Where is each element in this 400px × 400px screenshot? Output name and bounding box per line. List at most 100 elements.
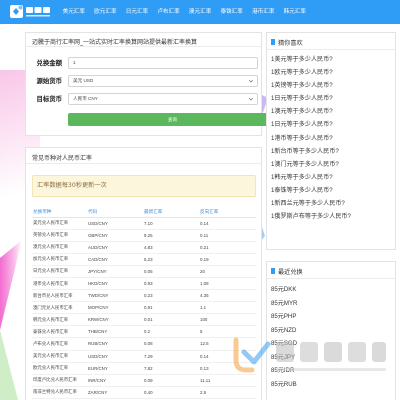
cell-latest-rate: 0.01: [144, 313, 200, 327]
main-nav: 美元汇率 欧元汇率 日元汇率 卢布汇率 澳元汇率 泰铢汇率 港币汇率 韩元汇率: [58, 0, 311, 24]
popular-link[interactable]: 1美元等于多少人民币?: [271, 53, 395, 66]
table-row: 印度卢比兑人民币汇率 INR/CNY 0.09 11.11: [32, 374, 256, 387]
popular-link[interactable]: 1港币等于多少人民币?: [271, 132, 395, 145]
nav-item-usd[interactable]: 美元汇率: [58, 0, 90, 24]
site-logo[interactable]: [10, 3, 52, 21]
cell-currency-code: THB/CNY: [88, 325, 144, 339]
cell-currency-name: 韩元兑人民币汇率: [32, 313, 88, 327]
cell-currency-name: 南非兰特兑人民币汇率: [32, 386, 88, 399]
table-row: 新台币兑人民币汇率 TWD/CNY 0.23 4.35: [32, 289, 256, 303]
recent-panel: 最近兑换 85元DKK 85元MYR 85元PHP 85元NZD 85元SGD 85元JP…: [266, 261, 396, 400]
converter-panel: 迈騰于商行汇率网_一站式实时汇率换算网站提供最新汇率换算 兑换金额 1 源始货币…: [25, 32, 277, 136]
table-row: 日元兑人民币汇率 JPY/CNY 0.05 20: [32, 265, 256, 278]
table-row: 澳门元兑人民币汇率 MOP/CNY 0.91 1.1: [32, 301, 256, 315]
popular-link[interactable]: 1俄罗斯卢布等于多少人民币?: [271, 210, 395, 223]
rates-table: 兑换币种 代码 最新汇率 反向汇率 美元兑人民币汇率 USD/CNY 7.10 0.1…: [32, 208, 256, 399]
cell-currency-name: 泰铢兑人民币汇率: [32, 325, 88, 339]
source-currency-value: 美元 USD: [73, 78, 94, 83]
cell-latest-rate: 7.29: [144, 350, 200, 363]
rates-panel: 常见币种对人民币汇率 汇率数据每30秒更新一次 兑换币种 代码 最新汇率 反向汇…: [25, 147, 262, 400]
popular-panel: 猜你喜欢 1美元等于多少人民币? 1欧元等于多少人民币? 1英镑等于多少人民币? 1日…: [266, 32, 396, 250]
table-row: 南非兰特兑人民币汇率 ZAR/CNY 0.40 2.5: [32, 386, 256, 399]
nav-item-hkd[interactable]: 港币汇率: [247, 0, 279, 24]
cell-currency-code: MOP/CNY: [88, 301, 144, 315]
recent-list: 85元DKK 85元MYR 85元PHP 85元NZD 85元SGD 85元JPY 85元I…: [267, 279, 395, 391]
popular-link[interactable]: 1欧元等于多少人民币?: [271, 66, 395, 79]
cell-currency-name: 澳元兑人民币汇率: [32, 241, 88, 254]
nav-item-eur[interactable]: 欧元汇率: [90, 0, 122, 24]
heading-marker-icon: [271, 267, 275, 274]
cell-latest-rate: 0.40: [144, 386, 200, 399]
recent-link[interactable]: 85元JPY: [271, 351, 395, 365]
cell-currency-name: 美元兑人民币汇率: [32, 217, 88, 230]
recent-link[interactable]: 85元MYR: [271, 297, 395, 311]
cell-currency-name: 加元兑人民币汇率: [32, 253, 88, 266]
rates-heading: 常见币种对人民币汇率: [26, 148, 261, 164]
popular-link[interactable]: 1新西兰元等于多少人民币?: [271, 197, 395, 210]
cell-currency-code: GBP/CNY: [88, 229, 144, 242]
recent-link[interactable]: 85元SGD: [271, 337, 395, 351]
target-currency-label: 目标货币: [36, 95, 62, 103]
column-header-code: 代码: [88, 208, 144, 218]
cell-currency-code: ZAR/CNY: [88, 386, 144, 399]
chevron-down-icon: [249, 97, 253, 101]
cell-currency-code: JPY/CNY: [88, 265, 144, 278]
cell-currency-code: USD/CNY: [88, 217, 144, 230]
popular-link[interactable]: 1澳门元等于多少人民币?: [271, 158, 395, 171]
cell-currency-code: CAD/CNY: [88, 253, 144, 266]
amount-input[interactable]: 1: [68, 57, 258, 69]
recent-heading-text: 最近兑换: [278, 269, 303, 276]
nav-item-rub[interactable]: 卢布汇率: [153, 0, 185, 24]
cell-reverse-rate: 1.1: [200, 301, 256, 315]
popular-link[interactable]: 1澳元等于多少人民币?: [271, 105, 395, 118]
amount-label: 兑换金额: [36, 59, 62, 67]
cell-currency-name: 印度卢比兑人民币汇率: [32, 374, 88, 387]
nav-item-jpy[interactable]: 日元汇率: [121, 0, 153, 24]
source-currency-select[interactable]: 美元 USD: [68, 75, 258, 87]
cell-reverse-rate: 100: [200, 313, 256, 327]
cell-currency-name: 卢布兑人民币汇率: [32, 337, 88, 351]
cell-currency-code: AUD/CNY: [88, 241, 144, 254]
cell-currency-code: EUR/CNY: [88, 362, 144, 375]
table-row: 港币兑人民币汇率 HKD/CNY 0.93 1.08: [32, 277, 256, 291]
recent-link[interactable]: 85元DKK: [271, 283, 395, 297]
column-header-reverse: 反向汇率: [200, 208, 256, 218]
recent-heading: 最近兑换: [267, 262, 395, 279]
target-currency-select[interactable]: 人民币 CNY: [68, 93, 258, 105]
cell-reverse-rate: 0.13: [200, 362, 256, 375]
table-row: 欧元兑人民币汇率 EUR/CNY 7.82 0.13: [32, 362, 256, 375]
table-row: 美元兑人民币汇率 USD/CNY 7.29 0.14: [32, 350, 256, 363]
target-currency-value: 人民币 CNY: [73, 96, 98, 101]
recent-link[interactable]: 85元NZD: [271, 324, 395, 338]
nav-item-thb[interactable]: 泰铢汇率: [216, 0, 248, 24]
table-header-row: 兑换币种 代码 最新汇率 反向汇率: [32, 208, 256, 218]
cell-latest-rate: 0.05: [144, 265, 200, 278]
chevron-down-icon: [249, 79, 253, 83]
target-currency-row: 目标货币 人民币 CNY: [32, 93, 258, 105]
column-header-currency: 兑换币种: [32, 208, 88, 218]
table-row: 加元兑人民币汇率 CAD/CNY 5.23 0.19: [32, 253, 256, 266]
decorative-shape-green: [0, 330, 18, 400]
recent-link[interactable]: 85元IDR: [271, 364, 395, 378]
popular-link[interactable]: 1韩元等于多少人民币?: [271, 171, 395, 184]
cell-currency-name: 欧元兑人民币汇率: [32, 362, 88, 375]
popular-link[interactable]: 1英镑等于多少人民币?: [271, 79, 395, 92]
cell-currency-code: INR/CNY: [88, 374, 144, 387]
popular-link[interactable]: 1日元等于多少人民币?: [271, 118, 395, 131]
decorative-shape-magenta: [0, 240, 22, 330]
cell-reverse-rate: 0.14: [200, 217, 256, 230]
cell-reverse-rate: 4.35: [200, 289, 256, 303]
popular-link[interactable]: 1新台币等于多少人民币?: [271, 145, 395, 158]
recent-link[interactable]: 85元RUB: [271, 378, 395, 392]
cell-reverse-rate: 1.08: [200, 277, 256, 291]
recent-link[interactable]: 85元PHP: [271, 310, 395, 324]
popular-link[interactable]: 1日元等于多少人民币?: [271, 92, 395, 105]
query-button[interactable]: 查询: [68, 113, 277, 126]
table-row: 韩元兑人民币汇率 KRW/CNY 0.01 100: [32, 313, 256, 327]
nav-item-krw[interactable]: 韩元汇率: [279, 0, 311, 24]
cell-currency-name: 澳门元兑人民币汇率: [32, 301, 88, 315]
nav-item-aud[interactable]: 澳元汇率: [184, 0, 216, 24]
popular-link[interactable]: 1泰铢等于多少人民币?: [271, 184, 395, 197]
column-header-rate: 最新汇率: [144, 208, 200, 218]
cell-currency-code: USD/CNY: [88, 350, 144, 363]
